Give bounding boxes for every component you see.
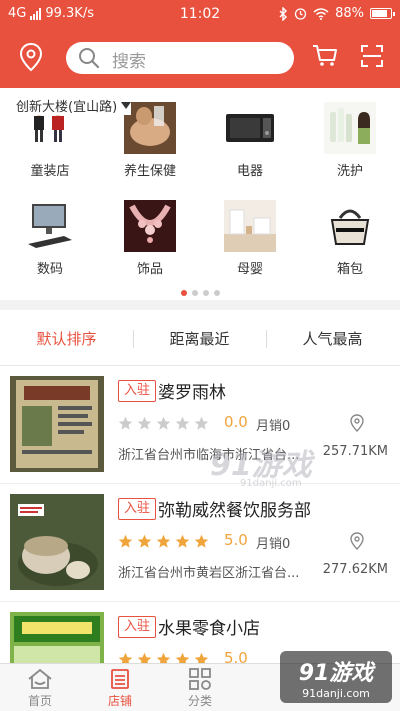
watermark-logo: 91游戏 91danji.com: [210, 448, 312, 489]
search-placeholder: 搜索: [112, 52, 146, 72]
top-header: 搜索: [0, 28, 400, 88]
carousel-dot: [180, 290, 187, 296]
tab-category[interactable]: 分类: [160, 668, 240, 709]
home-icon: [28, 668, 52, 689]
carousel-dot: [191, 290, 198, 296]
store-item[interactable]: 入驻 弥勒威然餐饮服务部 5.0 月销0 浙江省台州市黄岩区浙江省台... 27…: [0, 484, 400, 602]
computer-photo: [24, 200, 76, 252]
baby-room-photo: [224, 200, 276, 252]
alarm-icon: [294, 8, 307, 20]
star-icon: [118, 534, 133, 548]
category-label: 饰品: [136, 262, 163, 277]
star-icon: [175, 416, 190, 430]
sort-bar: 默认排序 距离最近 人气最高: [0, 310, 400, 366]
store-sales: 月销0: [256, 537, 291, 552]
star-icon: [156, 416, 171, 430]
carousel-indicator: [0, 290, 400, 296]
store-distance: 257.71KM: [322, 444, 388, 459]
cosmetics-photo: [324, 102, 376, 154]
category-digital[interactable]: 数码: [0, 200, 100, 277]
category-label: 母婴: [236, 262, 263, 277]
necklace-photo: [124, 200, 176, 252]
store-thumbnail: [10, 376, 104, 472]
location-pin-icon: [350, 532, 364, 550]
rating-stars: [118, 416, 209, 431]
tab-store[interactable]: 店铺: [80, 668, 160, 709]
search-icon: [79, 48, 100, 69]
handbag-photo: [324, 200, 376, 252]
star-icon: [118, 416, 133, 430]
battery-percent: 88%: [335, 6, 364, 21]
microwave-photo: [224, 102, 276, 154]
store-name: 水果零食小店: [158, 619, 260, 639]
wellness-photo: [124, 102, 176, 154]
tab-label: 首页: [27, 694, 52, 708]
tab-home[interactable]: 首页: [0, 668, 80, 709]
category-appliances[interactable]: 电器: [200, 102, 300, 179]
search-bar[interactable]: 搜索: [66, 42, 294, 74]
category-label: 童装店: [30, 164, 70, 179]
bluetooth-icon: [279, 6, 288, 21]
watermark-badge: 91游戏 91danji.com: [280, 651, 392, 703]
category-icon: [189, 668, 211, 690]
category-bags[interactable]: 箱包: [300, 200, 400, 277]
star-icon: [175, 534, 190, 548]
star-icon: [194, 534, 209, 548]
category-accessories[interactable]: 饰品: [100, 200, 200, 277]
store-list: 入驻 婆罗雨林 0.0 月销0 浙江省台州市临海市浙江省台... 257.71K…: [0, 366, 400, 666]
location-pin-icon[interactable]: [18, 42, 44, 72]
store-distance: 277.62KM: [322, 562, 388, 577]
store-name: 弥勒威然餐饮服务部: [158, 501, 311, 521]
wifi-icon: [313, 7, 329, 20]
star-icon: [137, 534, 152, 548]
category-label: 洗护: [336, 164, 363, 179]
scan-icon[interactable]: [360, 44, 384, 68]
category-grid: 创新大楼(宜山路) 童装店 养生保健 电器 洗护 数码 饰品 母婴 箱包: [0, 88, 400, 300]
sort-popular[interactable]: 人气最高: [266, 328, 399, 349]
status-bar: 4G 99.3K/s 11:02 88%: [0, 0, 400, 28]
sort-default[interactable]: 默认排序: [0, 328, 133, 349]
tab-label: 分类: [187, 694, 212, 708]
star-icon: [194, 416, 209, 430]
store-score: 0.0: [224, 413, 248, 431]
location-selector[interactable]: 创新大楼(宜山路): [16, 96, 132, 115]
store-address: 浙江省台州市黄岩区浙江省台...: [118, 566, 300, 581]
category-label: 数码: [36, 262, 63, 277]
store-score: 5.0: [224, 531, 248, 549]
cart-icon[interactable]: [312, 44, 338, 68]
tab-label: 店铺: [107, 694, 132, 708]
store-tag: 入驻: [118, 498, 157, 520]
category-label: 养生保健: [123, 164, 176, 179]
star-icon: [156, 534, 171, 548]
location-label: 创新大楼(宜山路): [16, 100, 118, 115]
battery-icon: [370, 8, 395, 19]
store-icon: [111, 669, 129, 689]
store-sales: 月销0: [256, 419, 291, 434]
store-thumbnail: [10, 494, 104, 590]
store-tag: 入驻: [118, 380, 157, 402]
store-name: 婆罗雨林: [158, 383, 226, 403]
rating-stars: [118, 534, 209, 549]
category-label: 电器: [236, 164, 263, 179]
carousel-dot: [213, 290, 220, 296]
category-maternity[interactable]: 母婴: [200, 200, 300, 277]
store-item[interactable]: 入驻 婆罗雨林 0.0 月销0 浙江省台州市临海市浙江省台... 257.71K…: [0, 366, 400, 484]
category-cosmetics[interactable]: 洗护: [300, 102, 400, 179]
location-pin-icon: [350, 414, 364, 432]
category-label: 箱包: [336, 262, 363, 277]
star-icon: [137, 416, 152, 430]
dropdown-triangle-icon: [121, 102, 132, 109]
carousel-dot: [202, 290, 209, 296]
store-thumbnail: [10, 612, 104, 666]
sort-nearest[interactable]: 距离最近: [133, 328, 266, 349]
store-tag: 入驻: [118, 616, 157, 638]
